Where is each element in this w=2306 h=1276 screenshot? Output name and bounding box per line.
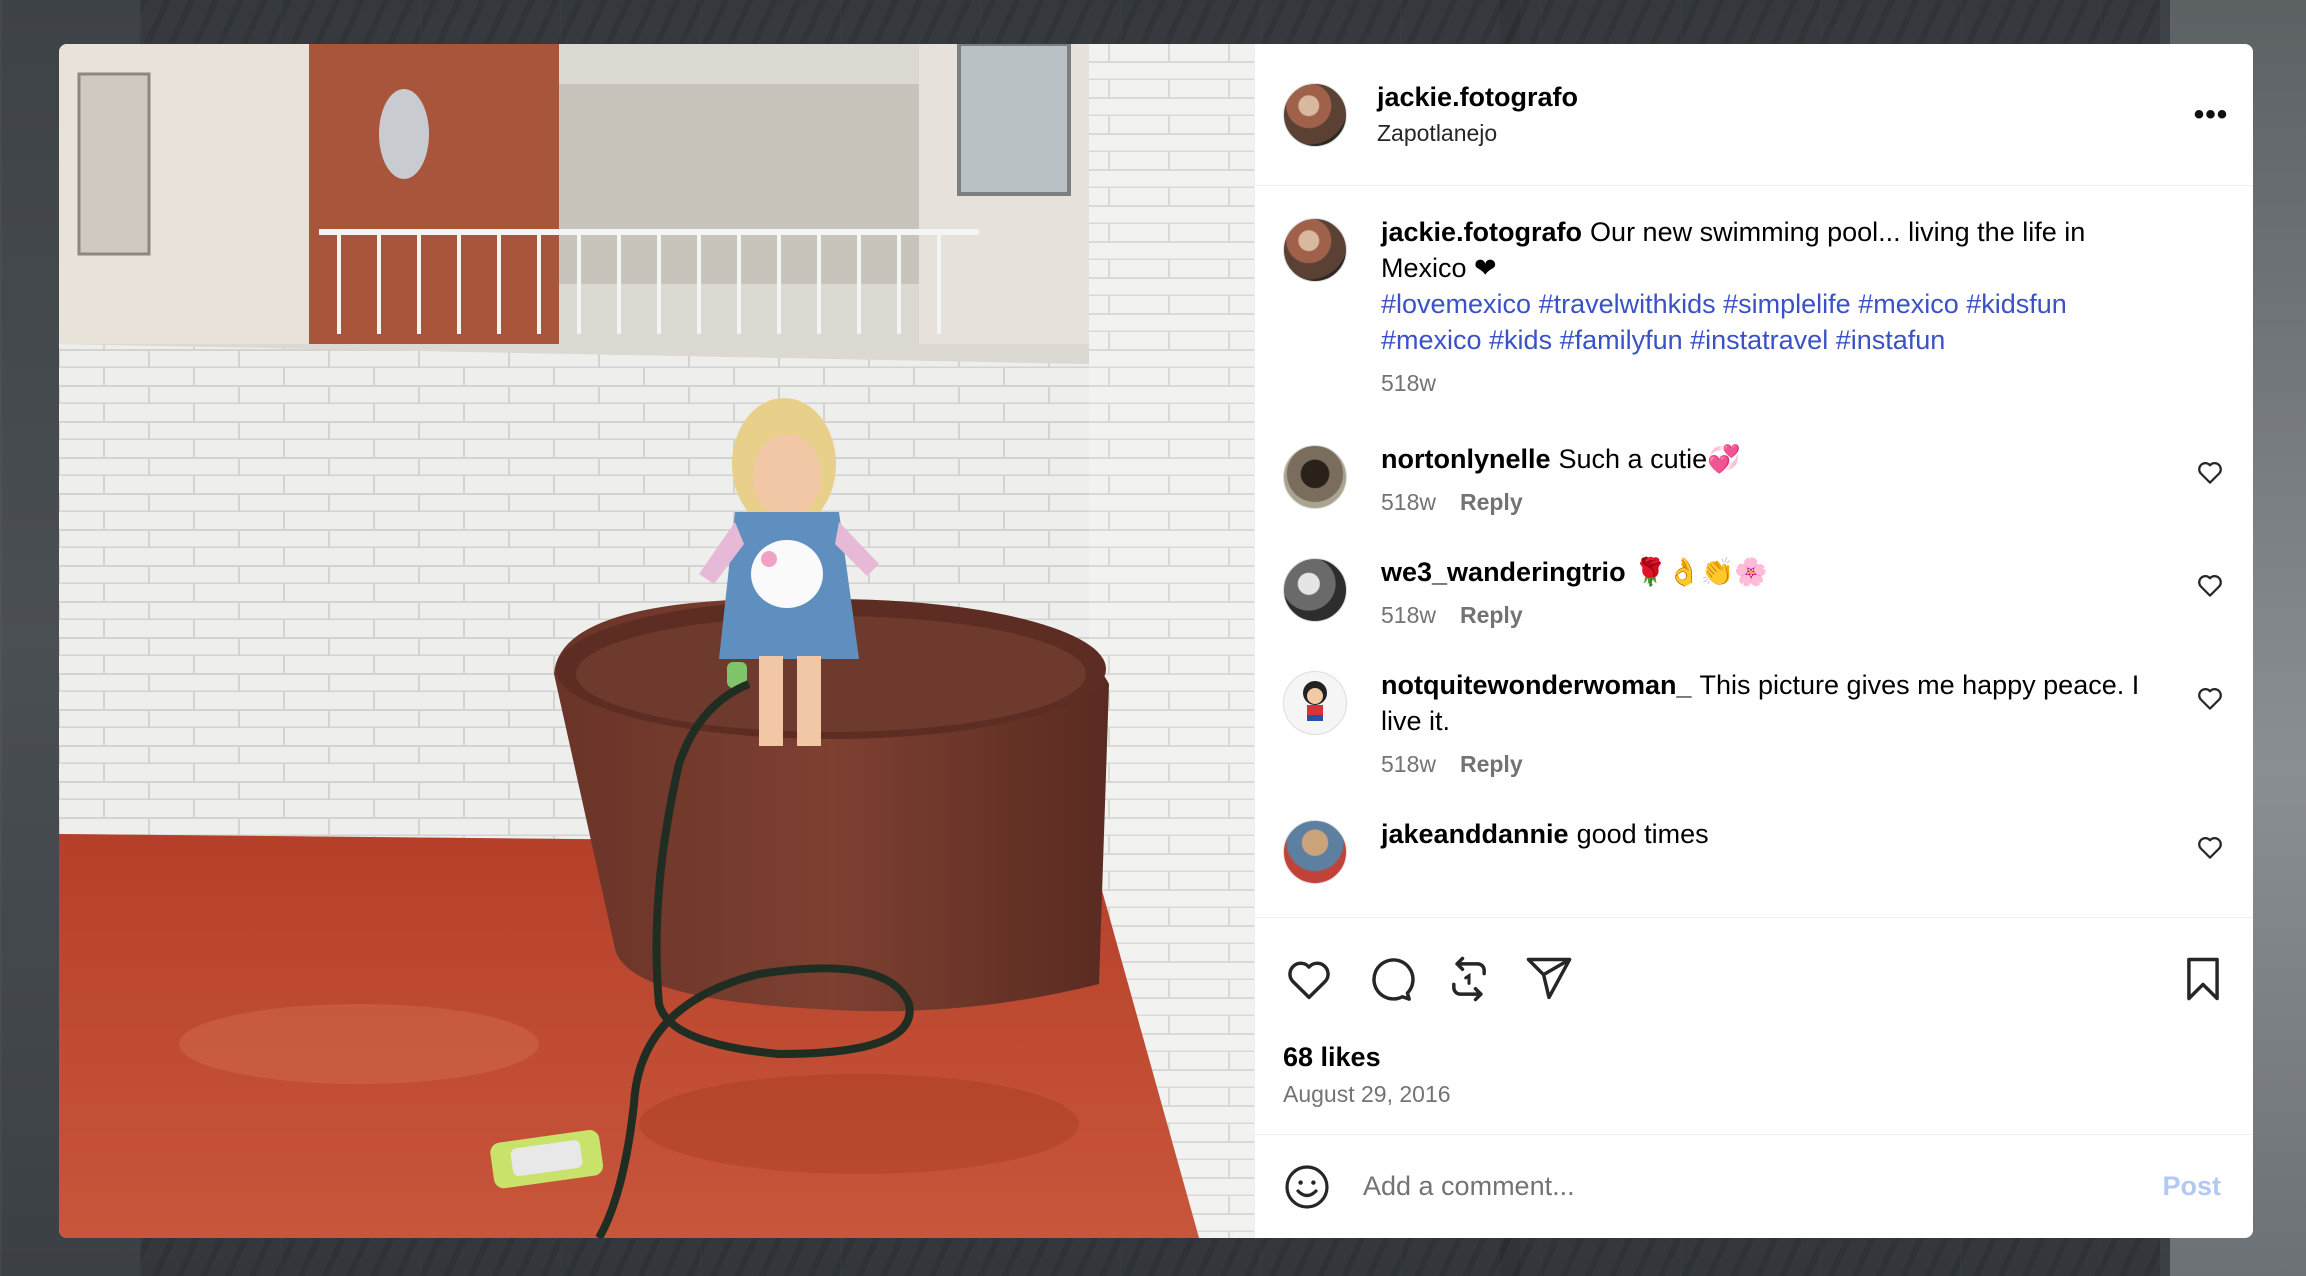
comment-like-icon[interactable] — [2195, 457, 2225, 487]
reply-button[interactable]: Reply — [1460, 489, 1523, 516]
caption-body: jackie.fotografo Our new swimming pool...… — [1381, 214, 2231, 397]
more-options-icon[interactable]: ••• — [2191, 95, 2231, 135]
comment-item: nortonlynelle Such a cutie💞 518w Reply — [1283, 441, 2231, 516]
caption-hashtags[interactable]: #lovemexico #travelwithkids #simplelife … — [1381, 286, 2171, 358]
commenter-username[interactable]: nortonlynelle — [1381, 444, 1551, 474]
comment-meta: 518w Reply — [1381, 751, 2171, 778]
save-button[interactable] — [2177, 953, 2229, 1005]
comment-time[interactable]: 518w — [1381, 751, 1436, 778]
comment-bubble-icon — [1372, 957, 1415, 1001]
post-modal: jackie.fotografo Zapotlanejo ••• jackie.… — [59, 44, 2253, 1238]
like-button[interactable] — [1283, 953, 1335, 1005]
comment-text-row: jakeanddannie good times — [1381, 816, 2171, 852]
comment-body: we3_wanderingtrio 🌹👌👏🌸 518w Reply — [1381, 554, 2231, 629]
commenter-avatar[interactable] — [1283, 820, 1347, 884]
comment-text-row: notquitewonderwoman_ This picture gives m… — [1381, 667, 2171, 739]
smiley-icon[interactable] — [1283, 1163, 1331, 1211]
comment-item: jakeanddannie good times — [1283, 816, 2231, 884]
comments-list[interactable]: jackie.fotografo Our new swimming pool...… — [1255, 186, 2253, 917]
cartoon-girl-avatar-icon — [1303, 681, 1327, 721]
comment-text: Such a cutie💞 — [1558, 444, 1741, 474]
comment-meta: 518w Reply — [1381, 602, 2171, 629]
comment-like-icon[interactable] — [2195, 570, 2225, 600]
post-comment-button[interactable]: Post — [2162, 1171, 2221, 1202]
comment-item: we3_wanderingtrio 🌹👌👏🌸 518w Reply — [1283, 554, 2231, 629]
comment-text-row: we3_wanderingtrio 🌹👌👏🌸 — [1381, 554, 2171, 590]
commenter-avatar[interactable] — [1283, 671, 1347, 735]
comment-body: nortonlynelle Such a cutie💞 518w Reply — [1381, 441, 2231, 516]
comment-time[interactable]: 518w — [1381, 602, 1436, 629]
likes-count[interactable]: 68 likes — [1283, 1039, 2225, 1075]
comment-text: good times — [1576, 819, 1709, 849]
comment-button[interactable] — [1363, 953, 1415, 1005]
commenter-username[interactable]: jakeanddannie — [1381, 819, 1569, 849]
comment-input[interactable] — [1363, 1171, 2163, 1202]
reply-button[interactable]: Reply — [1460, 602, 1523, 629]
caption-username[interactable]: jackie.fotografo — [1381, 217, 1582, 247]
commenter-username[interactable]: notquitewonderwoman_ — [1381, 670, 1692, 700]
caption-text-row: jackie.fotografo Our new swimming pool...… — [1381, 214, 2171, 286]
post-photo — [59, 44, 1254, 1238]
comment-text-row: nortonlynelle Such a cutie💞 — [1381, 441, 2171, 477]
caption-meta: 518w — [1381, 370, 2171, 397]
commenter-username[interactable]: we3_wanderingtrio — [1381, 557, 1626, 587]
commenter-avatar[interactable] — [1283, 445, 1347, 509]
comment-like-icon[interactable] — [2195, 683, 2225, 713]
bookmark-icon — [2187, 957, 2219, 1000]
comment-like-icon[interactable] — [2195, 832, 2225, 862]
post-location[interactable]: Zapotlanejo — [1377, 116, 2191, 150]
comment-meta: 518w Reply — [1381, 489, 2171, 516]
comment-body: jakeanddannie good times — [1381, 816, 2231, 884]
caption: jackie.fotografo Our new swimming pool...… — [1283, 214, 2231, 397]
post-photo-image — [59, 44, 1254, 1238]
comment-time[interactable]: 518w — [1381, 489, 1436, 516]
caption-time[interactable]: 518w — [1381, 370, 1436, 397]
paper-plane-icon — [1526, 957, 1572, 999]
repost-button[interactable] — [1443, 953, 1495, 1005]
likes-section: 68 likes August 29, 2016 — [1255, 1039, 2253, 1134]
add-comment-bar: Post — [1255, 1134, 2253, 1238]
commenter-avatar[interactable] — [1283, 558, 1347, 622]
share-button[interactable] — [1523, 953, 1575, 1005]
author-avatar[interactable] — [1283, 82, 1347, 147]
comment-body: notquitewonderwoman_ This picture gives m… — [1381, 667, 2231, 778]
post-details-panel: jackie.fotografo Zapotlanejo ••• jackie.… — [1254, 44, 2253, 1238]
caption-author-avatar[interactable] — [1283, 218, 1347, 282]
post-actions-bar — [1255, 917, 2253, 1039]
repost-icon — [1452, 956, 1486, 1001]
author-username[interactable]: jackie.fotografo — [1377, 80, 2191, 114]
heart-icon — [1288, 961, 1330, 999]
reply-button[interactable]: Reply — [1460, 751, 1523, 778]
post-header-text: jackie.fotografo Zapotlanejo — [1377, 80, 2191, 150]
post-header: jackie.fotografo Zapotlanejo ••• — [1255, 44, 2253, 186]
comment-text: 🌹👌👏🌸 — [1633, 557, 1769, 587]
comment-item: notquitewonderwoman_ This picture gives m… — [1283, 667, 2231, 778]
post-date[interactable]: August 29, 2016 — [1283, 1081, 2225, 1108]
